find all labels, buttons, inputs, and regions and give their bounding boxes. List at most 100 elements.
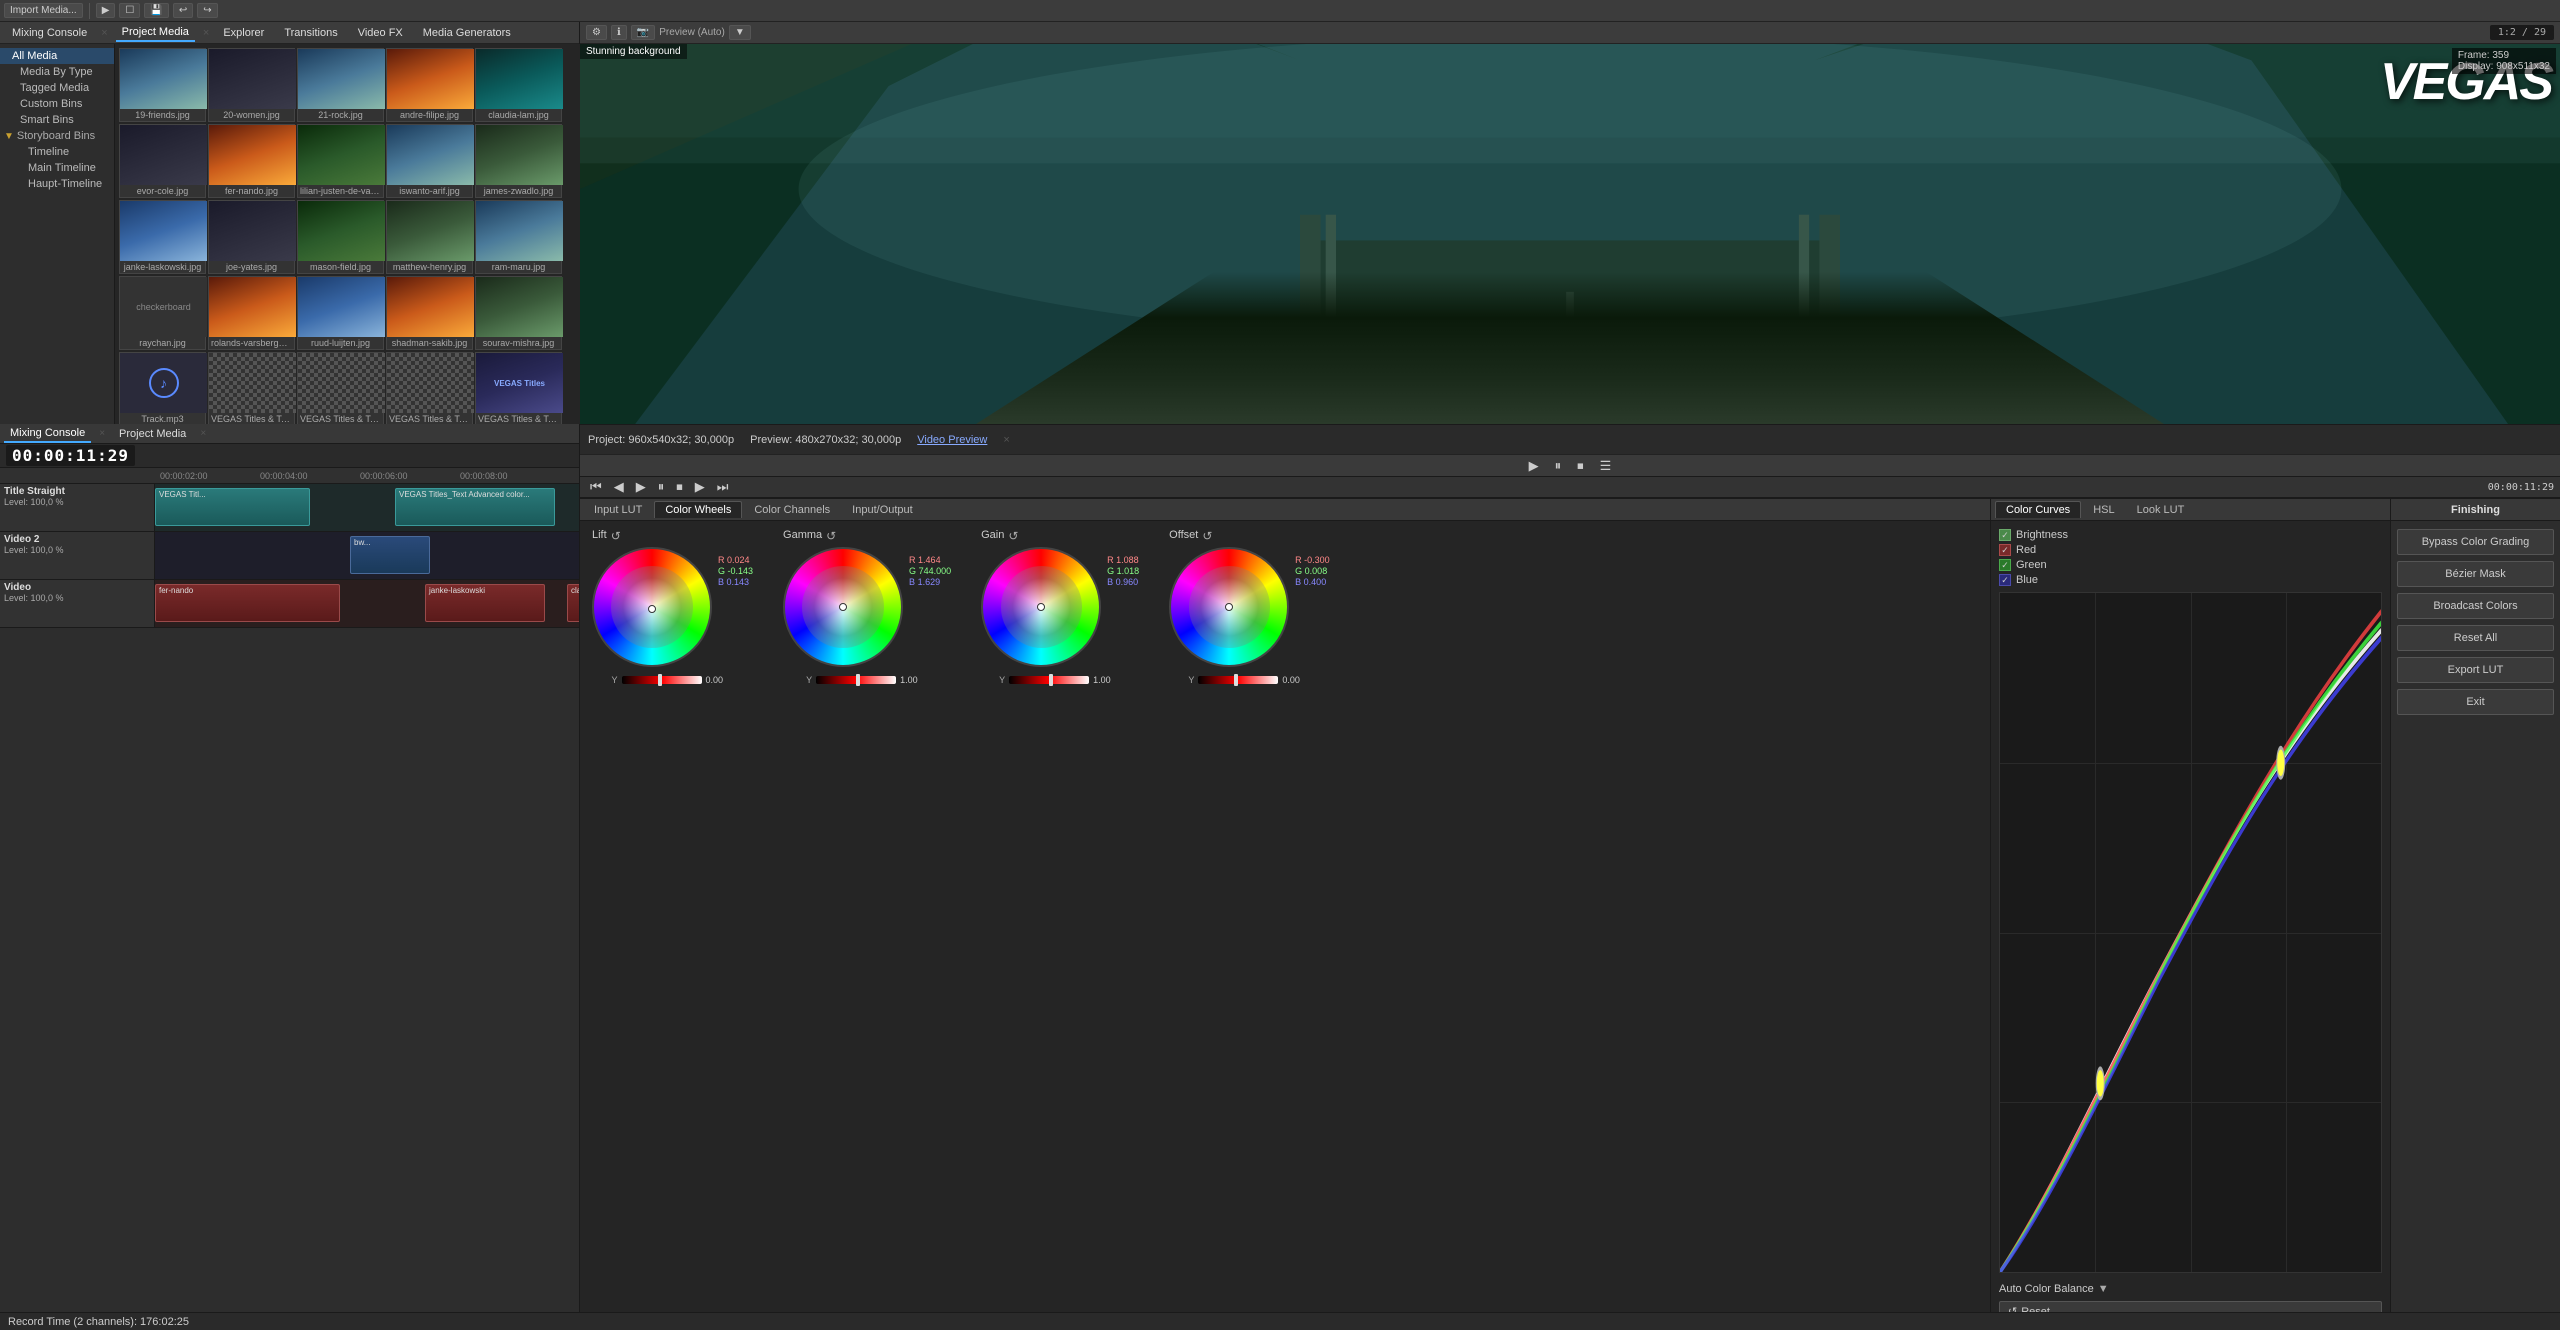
tree-main-timeline[interactable]: Main Timeline bbox=[0, 160, 114, 176]
tree-haupt-timeline[interactable]: Haupt-Timeline bbox=[0, 176, 114, 192]
tab-project-media-2[interactable]: Project Media bbox=[113, 426, 192, 442]
tab-input-output[interactable]: Input/Output bbox=[842, 502, 923, 518]
tab-media-generators[interactable]: Media Generators bbox=[417, 25, 517, 41]
tree-all-media[interactable]: All Media bbox=[0, 48, 114, 64]
export-lut-btn[interactable]: Export LUT bbox=[2397, 657, 2554, 683]
bezier-mask-btn[interactable]: Bézier Mask bbox=[2397, 561, 2554, 587]
track-clip[interactable]: claudia-lam bbox=[567, 584, 579, 622]
tab-transitions[interactable]: Transitions bbox=[278, 25, 343, 41]
tree-storyboard-bins[interactable]: Storyboard Bins bbox=[17, 130, 95, 142]
media-item[interactable]: matthew-henry.jpg bbox=[386, 200, 473, 274]
media-item[interactable]: janke-laskowski.jpg bbox=[119, 200, 206, 274]
preview-settings-btn[interactable]: ⚙ bbox=[586, 25, 607, 40]
checkbox-red[interactable]: ✓ bbox=[1999, 544, 2011, 556]
media-item[interactable]: VEGAS Titles & Text 43 bbox=[297, 352, 384, 424]
media-item[interactable]: lilian-justen-de-vasco ncellos.jpg bbox=[297, 124, 384, 198]
wheel-gain-reset[interactable]: ↺ bbox=[1008, 529, 1018, 543]
wheel-gamma-y-slider[interactable] bbox=[816, 676, 896, 684]
media-item[interactable]: ram-maru.jpg bbox=[475, 200, 562, 274]
wheel-offset-wheel[interactable] bbox=[1169, 547, 1289, 667]
tree-media-by-type[interactable]: Media By Type bbox=[0, 64, 114, 80]
media-item[interactable]: checkerboard raychan.jpg bbox=[119, 276, 206, 350]
media-item[interactable]: ♪ Track.mp3 bbox=[119, 352, 206, 424]
close-preview[interactable]: × bbox=[1003, 434, 1009, 446]
broadcast-colors-btn[interactable]: Broadcast Colors bbox=[2397, 593, 2554, 619]
tc-prev[interactable]: ◀ bbox=[610, 479, 628, 495]
tab-color-channels[interactable]: Color Channels bbox=[744, 502, 840, 518]
wheel-gain-wheel[interactable] bbox=[981, 547, 1101, 667]
wheel-gamma-wheel[interactable] bbox=[783, 547, 903, 667]
track-clip[interactable]: janke-laskowski bbox=[425, 584, 545, 622]
tree-smart-bins[interactable]: Smart Bins bbox=[0, 112, 114, 128]
tc-home[interactable]: ⏮ bbox=[586, 479, 606, 495]
tab-video-fx[interactable]: Video FX bbox=[352, 25, 409, 41]
wheel-gain-y-slider[interactable] bbox=[1009, 676, 1089, 684]
tc-pause2[interactable]: ⏸ bbox=[654, 479, 669, 495]
media-item[interactable]: VEGAS Titles & Text 45 bbox=[386, 352, 473, 424]
media-item[interactable]: evor-cole.jpg bbox=[119, 124, 206, 198]
media-item[interactable]: joe-yates.jpg bbox=[208, 200, 295, 274]
tc-next[interactable]: ▶ bbox=[691, 479, 709, 495]
wheel-lift-wheel[interactable] bbox=[592, 547, 712, 667]
toolbar-open[interactable]: ☐ bbox=[119, 3, 140, 18]
tab-mixing-console[interactable]: Mixing Console bbox=[6, 25, 93, 41]
curve-graph[interactable] bbox=[1999, 592, 2382, 1273]
tab-mixing[interactable]: Mixing Console bbox=[4, 425, 91, 443]
media-item[interactable]: james-zwadlo.jpg bbox=[475, 124, 562, 198]
track-clip[interactable]: VEGAS Titl... bbox=[155, 488, 310, 526]
media-item[interactable]: andre-filipe.jpg bbox=[386, 48, 473, 122]
track-clip[interactable]: VEGAS Titles_Text Advanced color... bbox=[395, 488, 555, 526]
video-preview-label[interactable]: Video Preview bbox=[917, 434, 987, 446]
checkbox-blue[interactable]: ✓ bbox=[1999, 574, 2011, 586]
bypass-color-grading-btn[interactable]: Bypass Color Grading bbox=[2397, 529, 2554, 555]
media-item[interactable]: 21-rock.jpg bbox=[297, 48, 384, 122]
play-btn[interactable]: ▶ bbox=[1525, 458, 1543, 474]
track-clip[interactable]: fer-nando bbox=[155, 584, 340, 622]
preview-mode-btn[interactable]: ▼ bbox=[729, 25, 751, 40]
wheel-offset-reset[interactable]: ↺ bbox=[1202, 529, 1212, 543]
tab-color-curves[interactable]: Color Curves bbox=[1995, 501, 2081, 518]
tab-hsl[interactable]: HSL bbox=[2083, 502, 2124, 518]
media-item[interactable]: shadman-sakib.jpg bbox=[386, 276, 473, 350]
toolbar-undo[interactable]: ↩ bbox=[173, 3, 193, 18]
pause-btn[interactable]: ⏸ bbox=[1551, 458, 1566, 474]
preview-info-btn[interactable]: ℹ bbox=[611, 25, 627, 40]
toolbar-redo[interactable]: ↪ bbox=[197, 3, 217, 18]
tree-tagged-media[interactable]: Tagged Media bbox=[0, 80, 114, 96]
exit-btn[interactable]: Exit bbox=[2397, 689, 2554, 715]
reset-all-btn[interactable]: Reset All bbox=[2397, 625, 2554, 651]
tab-color-wheels[interactable]: Color Wheels bbox=[654, 501, 742, 518]
toolbar-save[interactable]: 💾 bbox=[144, 3, 168, 18]
preview-camera-btn[interactable]: 📷 bbox=[631, 25, 655, 40]
tab-project-media[interactable]: Project Media bbox=[116, 24, 195, 42]
media-item[interactable]: VEGAS Titles & Text 42 bbox=[208, 352, 295, 424]
tree-custom-bins[interactable]: Custom Bins bbox=[0, 96, 114, 112]
media-item[interactable]: 20-women.jpg bbox=[208, 48, 295, 122]
tc-stop2[interactable]: ⏹ bbox=[672, 479, 687, 495]
toolbar-new[interactable]: ▶ bbox=[96, 3, 116, 18]
media-item[interactable]: iswanto-arif.jpg bbox=[386, 124, 473, 198]
media-item[interactable]: 19-friends.jpg bbox=[119, 48, 206, 122]
stop-btn[interactable]: ⏹ bbox=[1573, 458, 1588, 474]
media-item[interactable]: mason-field.jpg bbox=[297, 200, 384, 274]
tab-look-lut[interactable]: Look LUT bbox=[2127, 502, 2195, 518]
media-item[interactable]: rolands-varsbergs.jpg bbox=[208, 276, 295, 350]
checkbox-green[interactable]: ✓ bbox=[1999, 559, 2011, 571]
tc-end[interactable]: ⏭ bbox=[713, 479, 733, 495]
tab-input-lut[interactable]: Input LUT bbox=[584, 502, 652, 518]
wheel-gamma-reset[interactable]: ↺ bbox=[826, 529, 836, 543]
loop-btn[interactable]: ☰ bbox=[1596, 458, 1616, 474]
media-item[interactable]: claudia-lam.jpg bbox=[475, 48, 562, 122]
wheel-offset-y-slider[interactable] bbox=[1198, 676, 1278, 684]
tree-timeline[interactable]: Timeline bbox=[0, 144, 114, 160]
wheel-lift-reset[interactable]: ↺ bbox=[611, 529, 621, 543]
track-clip[interactable]: bw... bbox=[350, 536, 430, 574]
media-item[interactable]: sourav-mishra.jpg bbox=[475, 276, 562, 350]
wheel-lift-y-slider[interactable] bbox=[622, 676, 702, 684]
media-item[interactable]: VEGAS Titles VEGAS Titles & Text ADVANCE… bbox=[475, 352, 562, 424]
preview-area[interactable]: Stunning background bbox=[580, 44, 2560, 424]
tc-play2[interactable]: ▶ bbox=[632, 479, 650, 495]
media-item[interactable]: ruud-luijten.jpg bbox=[297, 276, 384, 350]
checkbox-brightness[interactable]: ✓ bbox=[1999, 529, 2011, 541]
tab-explorer[interactable]: Explorer bbox=[217, 25, 270, 41]
